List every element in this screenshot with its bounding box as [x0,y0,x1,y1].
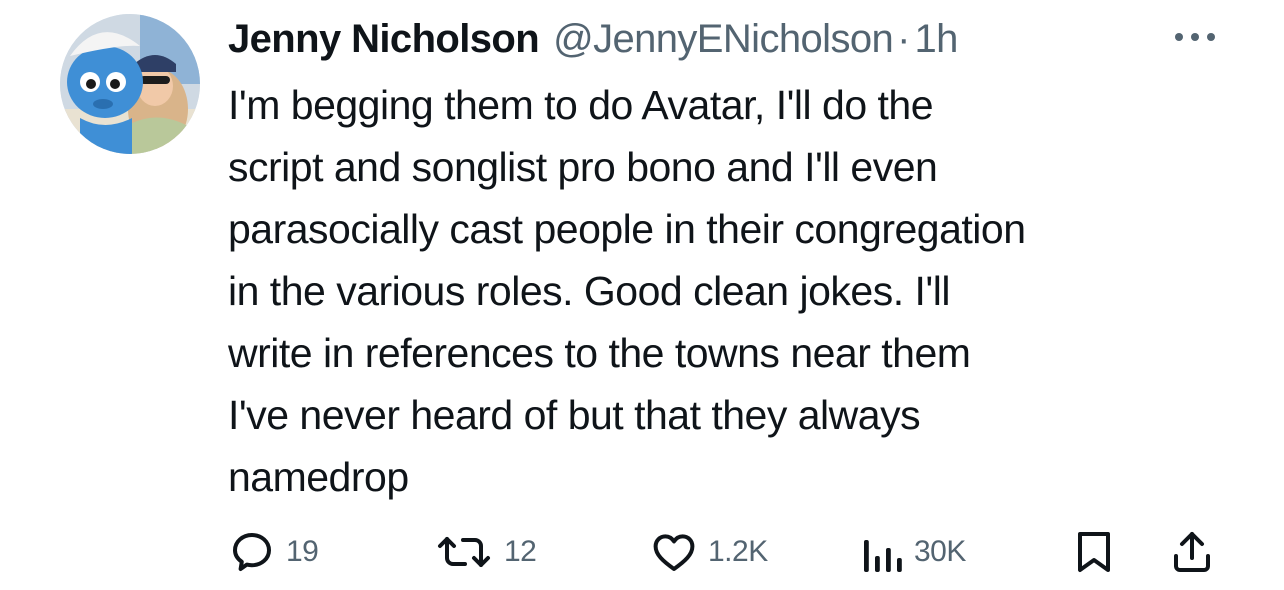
tweet-header: Jenny Nicholson @JennyENicholson · 1h [228,12,958,66]
repost-icon [438,537,490,567]
views-count: 30K [914,535,966,568]
reply-button[interactable]: 19 [228,522,319,582]
like-button[interactable]: 1.2K [650,522,768,582]
tweet-text: I'm begging them to do Avatar, I'll do t… [228,74,1238,508]
avatar[interactable] [60,14,200,154]
author-handle[interactable]: @JennyENicholson [553,17,894,62]
action-bar: 19 12 1.2K 30K [0,522,1284,582]
tweet-line: write in references to the towns near th… [228,330,971,376]
bookmark-icon [1078,532,1110,572]
heart-icon [653,534,695,571]
more-horizontal-icon [1175,33,1215,41]
tweet-line: I'm begging them to do Avatar, I'll do t… [228,82,934,128]
tweet-line: parasocially cast people in their congre… [228,206,1026,252]
reply-icon [233,533,271,571]
repost-button[interactable]: 12 [434,522,537,582]
tweet-line: namedrop [228,454,409,500]
reply-count: 19 [286,535,319,568]
tweet-line: script and songlist pro bono and I'll ev… [228,144,938,190]
share-button[interactable] [1168,522,1216,582]
bookmark-button[interactable] [1074,522,1114,582]
more-options-button[interactable] [1170,22,1220,52]
timestamp[interactable]: 1h [914,17,958,62]
repost-count: 12 [504,535,537,568]
views-chart-icon [864,540,902,572]
tweet-line: in the various roles. Good clean jokes. … [228,268,950,314]
like-count: 1.2K [708,535,768,568]
tweet-line: I've never heard of but that they always [228,392,921,438]
share-icon [1174,532,1210,572]
views-button[interactable]: 30K [860,522,966,582]
separator-dot: · [897,16,911,61]
author-name[interactable]: Jenny Nicholson [228,17,540,62]
